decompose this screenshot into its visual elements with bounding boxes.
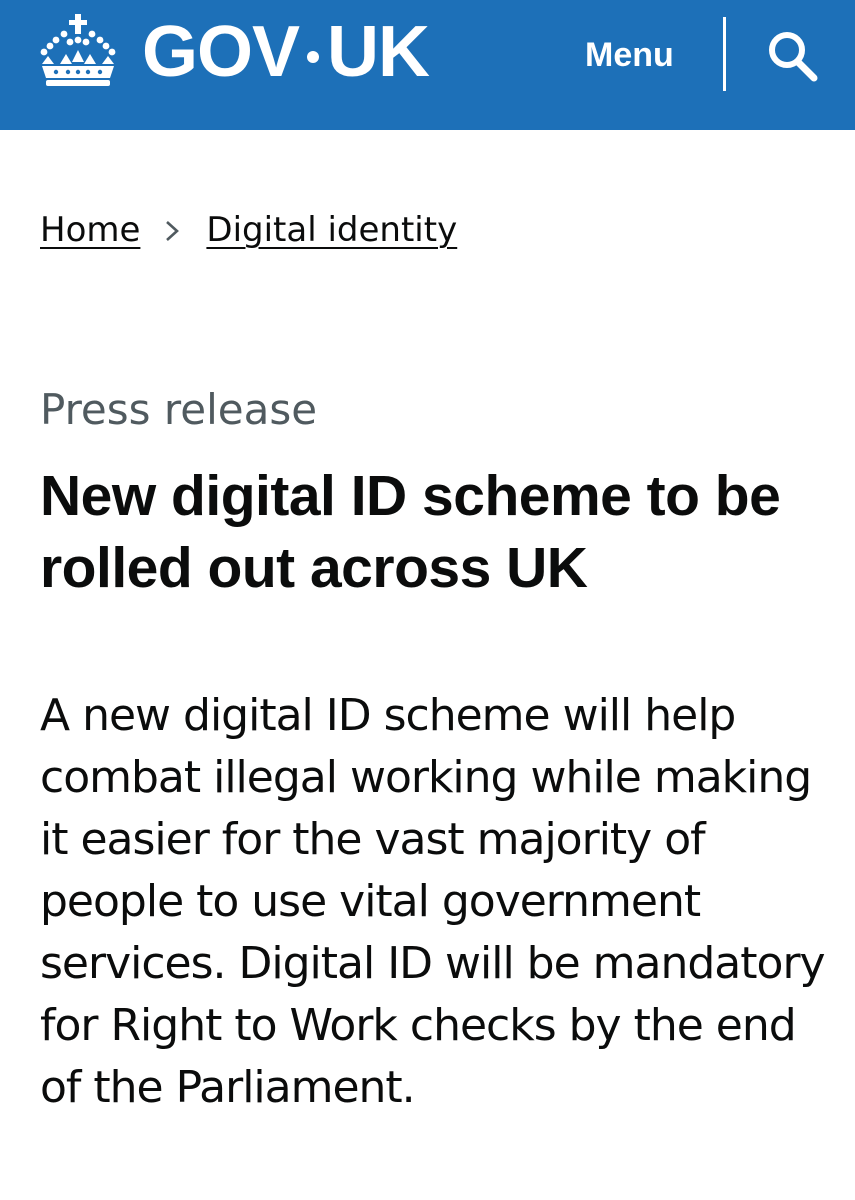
breadcrumb: Home Digital identity (40, 206, 457, 254)
govuk-logotype: GOV UK (142, 12, 430, 92)
logotype-uk: UK (327, 12, 430, 92)
crown-icon (40, 14, 116, 86)
search-icon[interactable] (760, 24, 824, 88)
chevron-right-icon (140, 206, 206, 254)
lead-paragraph: A new digital ID scheme will help combat… (40, 690, 826, 1113)
page-title: New digital ID scheme to be rolled out a… (40, 464, 781, 600)
breadcrumb-digital-identity-link[interactable]: Digital identity (206, 206, 457, 254)
menu-button[interactable]: Menu (585, 30, 674, 80)
logotype-dot (307, 51, 320, 63)
document-type-caption: Press release (40, 385, 318, 434)
logotype-gov: GOV (142, 12, 300, 92)
govuk-logo-link[interactable]: GOV UK (36, 12, 430, 92)
site-header: GOV UK Menu (0, 0, 855, 130)
breadcrumb-home-link[interactable]: Home (40, 206, 140, 254)
header-divider (723, 17, 726, 91)
